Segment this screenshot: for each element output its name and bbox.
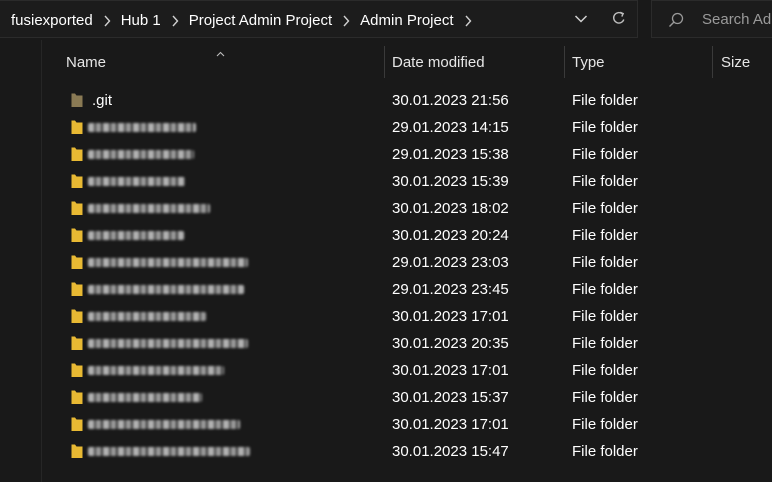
address-bar[interactable]: fusiexported Hub 1 Project Admin Project… bbox=[0, 0, 638, 38]
file-row[interactable]: 30.01.2023 17:01 File folder bbox=[42, 357, 772, 384]
chevron-right-icon[interactable] bbox=[93, 12, 121, 29]
file-date-modified: 30.01.2023 20:24 bbox=[392, 227, 509, 244]
folder-icon bbox=[71, 443, 83, 459]
folder-icon bbox=[71, 119, 83, 135]
redacted-file-name bbox=[88, 447, 250, 456]
file-name: .git bbox=[92, 92, 113, 109]
redacted-file-name bbox=[88, 339, 248, 348]
redacted-file-name bbox=[88, 123, 196, 132]
file-date-modified: 29.01.2023 14:15 bbox=[392, 119, 509, 136]
folder-icon bbox=[71, 281, 83, 297]
redacted-file-name bbox=[88, 177, 185, 186]
refresh-button[interactable] bbox=[604, 1, 634, 39]
navigation-pane bbox=[0, 40, 41, 482]
column-header-name[interactable]: Name bbox=[66, 40, 384, 84]
folder-icon bbox=[71, 254, 83, 270]
file-type: File folder bbox=[572, 92, 638, 109]
file-date-modified: 30.01.2023 15:39 bbox=[392, 173, 509, 190]
file-date-modified: 30.01.2023 15:37 bbox=[392, 389, 509, 406]
redacted-file-name bbox=[88, 366, 224, 375]
file-type: File folder bbox=[572, 146, 638, 163]
redacted-file-name bbox=[88, 204, 210, 213]
file-date-modified: 30.01.2023 15:47 bbox=[392, 443, 509, 460]
file-type: File folder bbox=[572, 308, 638, 325]
redacted-file-name bbox=[88, 285, 244, 294]
chevron-right-icon[interactable] bbox=[454, 12, 482, 29]
file-row[interactable]: 30.01.2023 18:02 File folder bbox=[42, 195, 772, 222]
file-type: File folder bbox=[572, 389, 638, 406]
folder-icon bbox=[71, 227, 83, 243]
column-divider[interactable] bbox=[712, 46, 713, 78]
file-type: File folder bbox=[572, 335, 638, 352]
file-type: File folder bbox=[572, 254, 638, 271]
folder-icon bbox=[71, 92, 83, 108]
column-header-size[interactable]: Size bbox=[721, 40, 772, 84]
file-type: File folder bbox=[572, 362, 638, 379]
file-date-modified: 30.01.2023 18:02 bbox=[392, 200, 509, 217]
redacted-file-name bbox=[88, 258, 248, 267]
file-row[interactable]: 30.01.2023 15:47 File folder bbox=[42, 438, 772, 465]
file-row[interactable]: 30.01.2023 20:24 File folder bbox=[42, 222, 772, 249]
folder-icon bbox=[71, 389, 83, 405]
search-input[interactable] bbox=[702, 1, 772, 37]
file-date-modified: 30.01.2023 21:56 bbox=[392, 92, 509, 109]
column-header-row: Name Date modified Type Size bbox=[42, 40, 772, 84]
file-date-modified: 30.01.2023 17:01 bbox=[392, 362, 509, 379]
file-date-modified: 29.01.2023 23:45 bbox=[392, 281, 509, 298]
refresh-icon bbox=[611, 10, 627, 31]
column-header-type[interactable]: Type bbox=[572, 40, 712, 84]
folder-icon bbox=[71, 362, 83, 378]
file-row[interactable]: 30.01.2023 15:39 File folder bbox=[42, 168, 772, 195]
file-type: File folder bbox=[572, 227, 638, 244]
column-divider[interactable] bbox=[564, 46, 565, 78]
redacted-file-name bbox=[88, 312, 206, 321]
file-date-modified: 29.01.2023 15:38 bbox=[392, 146, 509, 163]
redacted-file-name bbox=[88, 150, 194, 159]
search-box[interactable] bbox=[651, 0, 772, 38]
file-date-modified: 30.01.2023 17:01 bbox=[392, 308, 509, 325]
column-divider[interactable] bbox=[384, 46, 385, 78]
breadcrumb-item-project-admin-project[interactable]: Project Admin Project bbox=[189, 12, 332, 29]
file-row[interactable]: 30.01.2023 15:37 File folder bbox=[42, 384, 772, 411]
breadcrumb-item-fusiexported[interactable]: fusiexported bbox=[11, 12, 93, 29]
top-bar: fusiexported Hub 1 Project Admin Project… bbox=[0, 0, 772, 40]
file-row[interactable]: .git 30.01.2023 21:56 File folder bbox=[42, 87, 772, 114]
chevron-right-icon[interactable] bbox=[161, 12, 189, 29]
chevron-right-icon[interactable] bbox=[332, 12, 360, 29]
file-type: File folder bbox=[572, 173, 638, 190]
file-row[interactable]: 30.01.2023 17:01 File folder bbox=[42, 411, 772, 438]
file-type: File folder bbox=[572, 200, 638, 217]
folder-icon bbox=[71, 416, 83, 432]
file-row[interactable]: 29.01.2023 15:38 File folder bbox=[42, 141, 772, 168]
file-row[interactable]: 29.01.2023 23:45 File folder bbox=[42, 276, 772, 303]
file-date-modified: 29.01.2023 23:03 bbox=[392, 254, 509, 271]
file-row[interactable]: 30.01.2023 17:01 File folder bbox=[42, 303, 772, 330]
file-list: Name Date modified Type Size .git 30.01.2… bbox=[41, 40, 772, 482]
file-type: File folder bbox=[572, 119, 638, 136]
folder-icon bbox=[71, 146, 83, 162]
folder-icon bbox=[71, 173, 83, 189]
file-row[interactable]: 30.01.2023 20:35 File folder bbox=[42, 330, 772, 357]
redacted-file-name bbox=[88, 393, 202, 402]
file-row[interactable]: 29.01.2023 14:15 File folder bbox=[42, 114, 772, 141]
search-icon bbox=[668, 12, 684, 33]
breadcrumb: fusiexported Hub 1 Project Admin Project… bbox=[11, 1, 482, 39]
breadcrumb-item-hub-1[interactable]: Hub 1 bbox=[121, 12, 161, 29]
file-type: File folder bbox=[572, 443, 638, 460]
file-type: File folder bbox=[572, 281, 638, 298]
folder-icon bbox=[71, 335, 83, 351]
chevron-down-icon bbox=[574, 11, 588, 29]
folder-icon bbox=[71, 200, 83, 216]
breadcrumb-item-admin-project[interactable]: Admin Project bbox=[360, 12, 453, 29]
column-header-date-modified[interactable]: Date modified bbox=[392, 40, 564, 84]
folder-icon bbox=[71, 308, 83, 324]
file-type: File folder bbox=[572, 416, 638, 433]
file-date-modified: 30.01.2023 17:01 bbox=[392, 416, 509, 433]
redacted-file-name bbox=[88, 231, 184, 240]
redacted-file-name bbox=[88, 420, 240, 429]
file-date-modified: 30.01.2023 20:35 bbox=[392, 335, 509, 352]
history-dropdown-button[interactable] bbox=[566, 1, 596, 39]
file-row[interactable]: 29.01.2023 23:03 File folder bbox=[42, 249, 772, 276]
